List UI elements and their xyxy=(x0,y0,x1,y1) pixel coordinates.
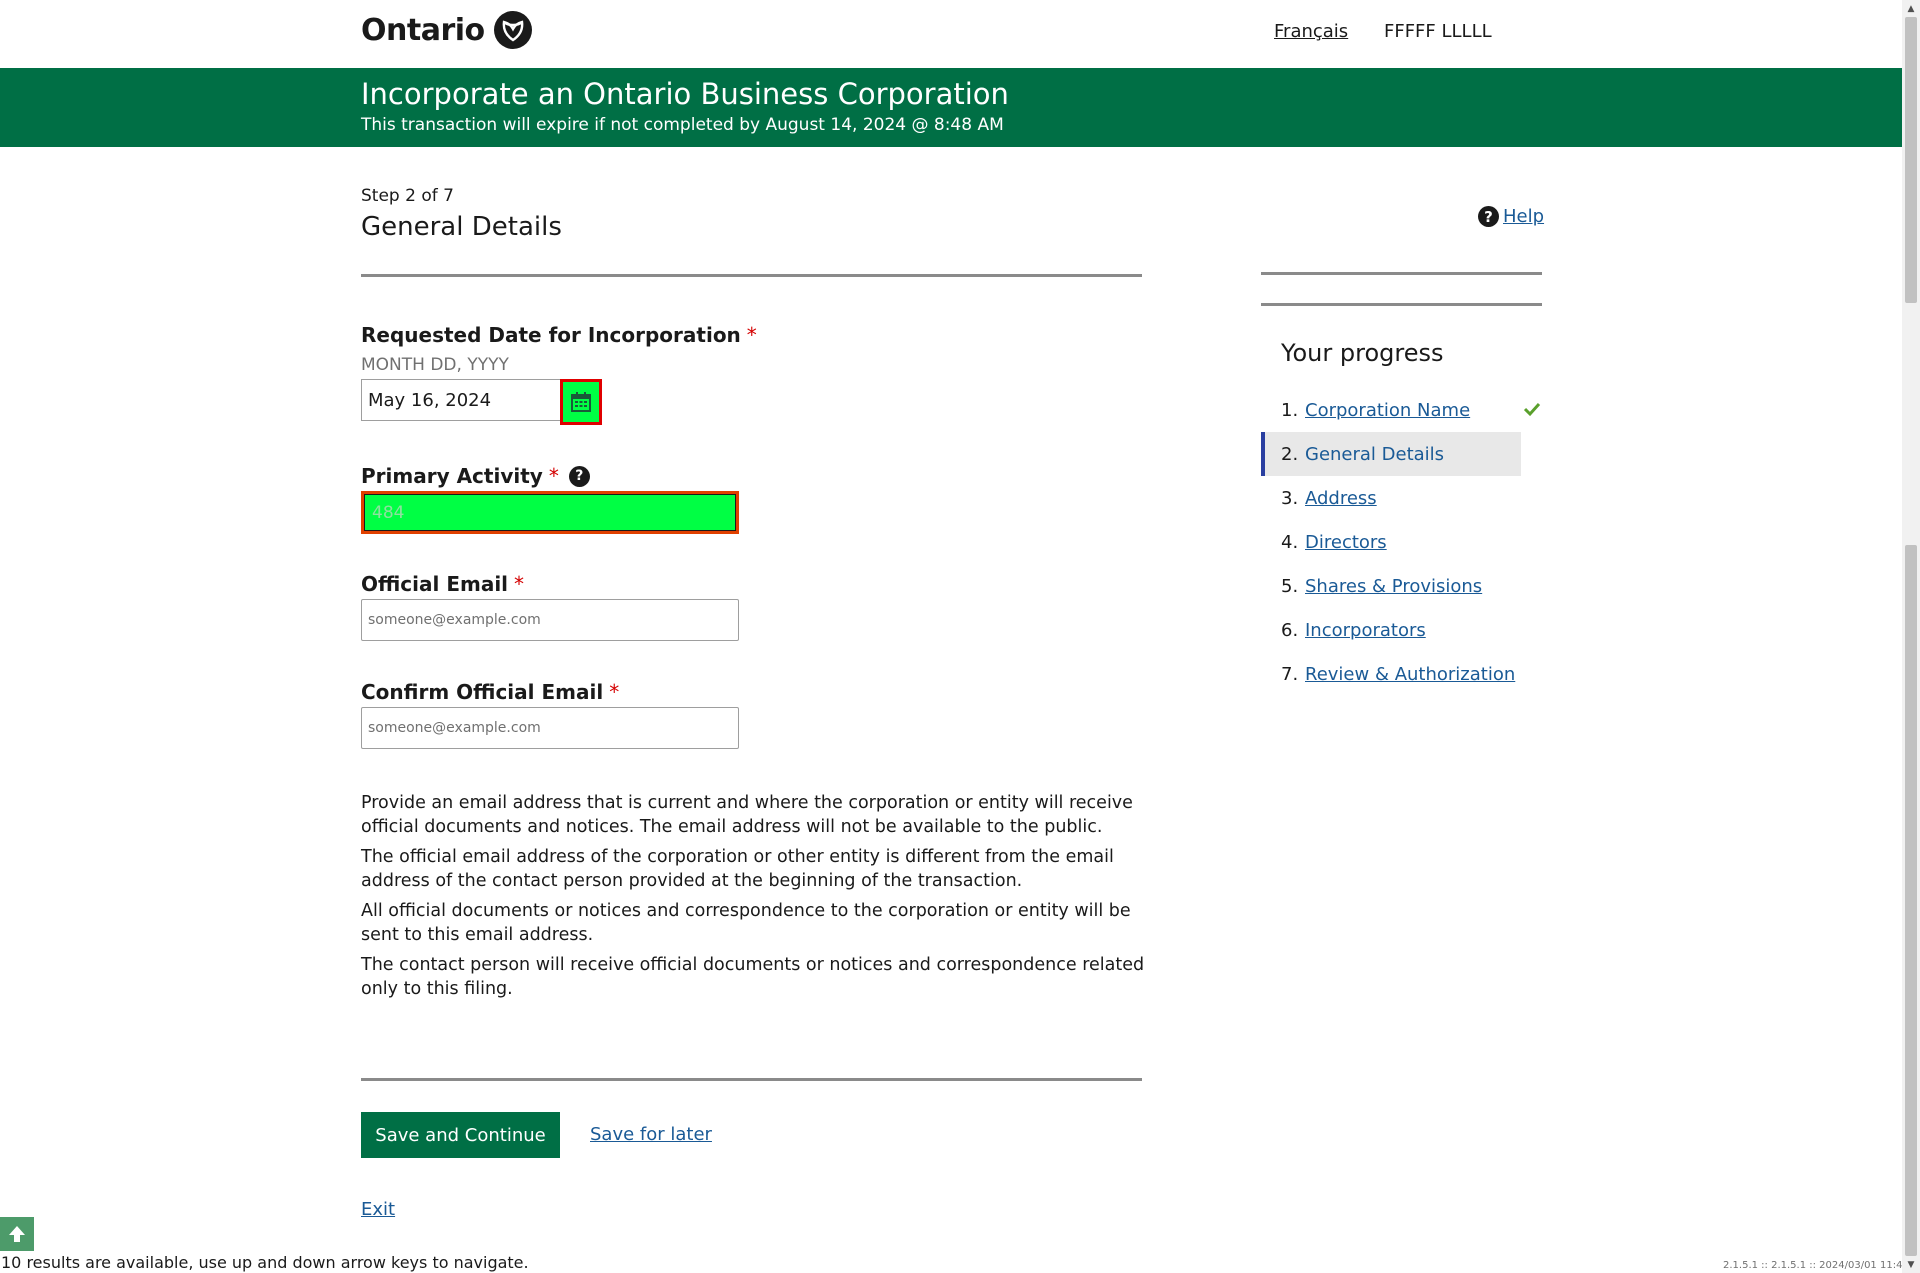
logo-text: Ontario xyxy=(361,12,485,48)
step-number: 6. xyxy=(1281,619,1299,641)
autocomplete-status-message: 10 results are available, use up and dow… xyxy=(1,1253,529,1272)
progress-item-review-authorization[interactable]: 7. Review & Authorization xyxy=(1261,652,1521,696)
application-title: Incorporate an Ontario Business Corporat… xyxy=(361,77,1009,111)
current-step-label: General Details xyxy=(1305,443,1445,465)
help-link[interactable]: ? Help xyxy=(1478,206,1544,227)
version-info: 2.1.5.1 :: 2.1.5.1 :: 2024/03/01 11:44 xyxy=(1723,1260,1909,1271)
question-circle-icon: ? xyxy=(1478,206,1499,227)
incorporation-date-input[interactable] xyxy=(361,379,561,421)
step-number: 3. xyxy=(1281,487,1299,509)
trillium-logo-icon xyxy=(493,11,532,49)
step-number: 1. xyxy=(1281,399,1299,421)
page-scrollbar[interactable]: ▲ ▼ xyxy=(1902,0,1920,1273)
confirm-email-field-label: Confirm Official Email * xyxy=(361,680,619,704)
progress-item-shares-provisions[interactable]: 5. Shares & Provisions xyxy=(1261,564,1521,608)
calendar-button[interactable] xyxy=(560,379,602,425)
calendar-icon xyxy=(571,392,591,412)
instruction-paragraph: The official email address of the corpor… xyxy=(361,847,1114,891)
checkmark-icon xyxy=(1523,402,1541,417)
step-number: 2. xyxy=(1281,443,1299,465)
sidebar-divider xyxy=(1261,303,1542,306)
scrollbar-thumb[interactable] xyxy=(1905,17,1917,303)
official-email-input[interactable] xyxy=(361,599,739,641)
primary-activity-input[interactable] xyxy=(361,491,739,534)
help-link-label[interactable]: Help xyxy=(1503,206,1544,227)
arrow-up-icon xyxy=(9,1226,25,1242)
top-header: Ontario Français FFFFF LLLLL xyxy=(0,0,1902,68)
scrollbar-thumb[interactable] xyxy=(1905,545,1917,1256)
date-field-label: Requested Date for Incorporation * xyxy=(361,323,757,347)
required-marker: * xyxy=(514,572,525,596)
back-to-top-button[interactable] xyxy=(0,1217,34,1251)
required-marker: * xyxy=(548,464,559,488)
exit-link[interactable]: Exit xyxy=(361,1199,395,1220)
progress-item-general-details: 2. General Details xyxy=(1261,432,1521,476)
progress-title: Your progress xyxy=(1281,339,1444,367)
save-for-later-link[interactable]: Save for later xyxy=(590,1124,712,1145)
step-number: 4. xyxy=(1281,531,1299,553)
language-toggle-link[interactable]: Français xyxy=(1274,21,1348,42)
step-link[interactable]: Shares & Provisions xyxy=(1305,576,1482,597)
progress-item-corporation-name[interactable]: 1. Corporation Name xyxy=(1261,388,1541,432)
progress-item-address[interactable]: 3. Address xyxy=(1261,476,1521,520)
step-link[interactable]: Directors xyxy=(1305,532,1387,553)
date-label-text: Requested Date for Incorporation xyxy=(361,323,741,347)
expiry-notice: This transaction will expire if not comp… xyxy=(361,115,1004,135)
instruction-paragraph: Provide an email address that is current… xyxy=(361,793,1133,837)
scroll-down-icon[interactable]: ▼ xyxy=(1902,1256,1920,1273)
email-field-label: Official Email * xyxy=(361,572,524,596)
step-link[interactable]: Address xyxy=(1305,488,1377,509)
required-marker: * xyxy=(746,323,757,347)
progress-item-directors[interactable]: 4. Directors xyxy=(1261,520,1521,564)
activity-field-label: Primary Activity * ? xyxy=(361,464,590,488)
confirm-email-label-text: Confirm Official Email xyxy=(361,680,604,704)
sidebar-divider xyxy=(1261,272,1542,275)
ontario-logo[interactable]: Ontario xyxy=(361,10,533,50)
activity-label-text: Primary Activity xyxy=(361,464,543,488)
section-divider-bottom xyxy=(361,1078,1142,1081)
progress-list: 1. Corporation Name 2. General Details 3… xyxy=(1261,388,1541,696)
transaction-banner: Incorporate an Ontario Business Corporat… xyxy=(0,68,1902,147)
instruction-paragraph: The contact person will receive official… xyxy=(361,955,1145,999)
email-label-text: Official Email xyxy=(361,572,509,596)
step-indicator: Step 2 of 7 xyxy=(361,186,454,206)
date-format-hint: MONTH DD, YYYY xyxy=(361,355,509,375)
email-instructions: Provide an email address that is current… xyxy=(361,791,1151,1007)
step-number: 5. xyxy=(1281,575,1299,597)
save-and-continue-button[interactable]: Save and Continue xyxy=(361,1112,560,1158)
step-link[interactable]: Corporation Name xyxy=(1305,400,1470,421)
step-link[interactable]: Review & Authorization xyxy=(1305,664,1515,685)
section-divider-top xyxy=(361,274,1142,277)
step-number: 7. xyxy=(1281,663,1299,685)
instruction-paragraph: All official documents or notices and co… xyxy=(361,901,1131,945)
question-circle-icon[interactable]: ? xyxy=(568,465,590,487)
confirm-email-input[interactable] xyxy=(361,707,739,749)
progress-item-incorporators[interactable]: 6. Incorporators xyxy=(1261,608,1521,652)
page-title: General Details xyxy=(361,212,562,242)
scroll-up-icon[interactable]: ▲ xyxy=(1902,0,1920,17)
step-link[interactable]: Incorporators xyxy=(1305,620,1426,641)
user-name[interactable]: FFFFF LLLLL xyxy=(1384,21,1492,42)
required-marker: * xyxy=(609,680,620,704)
